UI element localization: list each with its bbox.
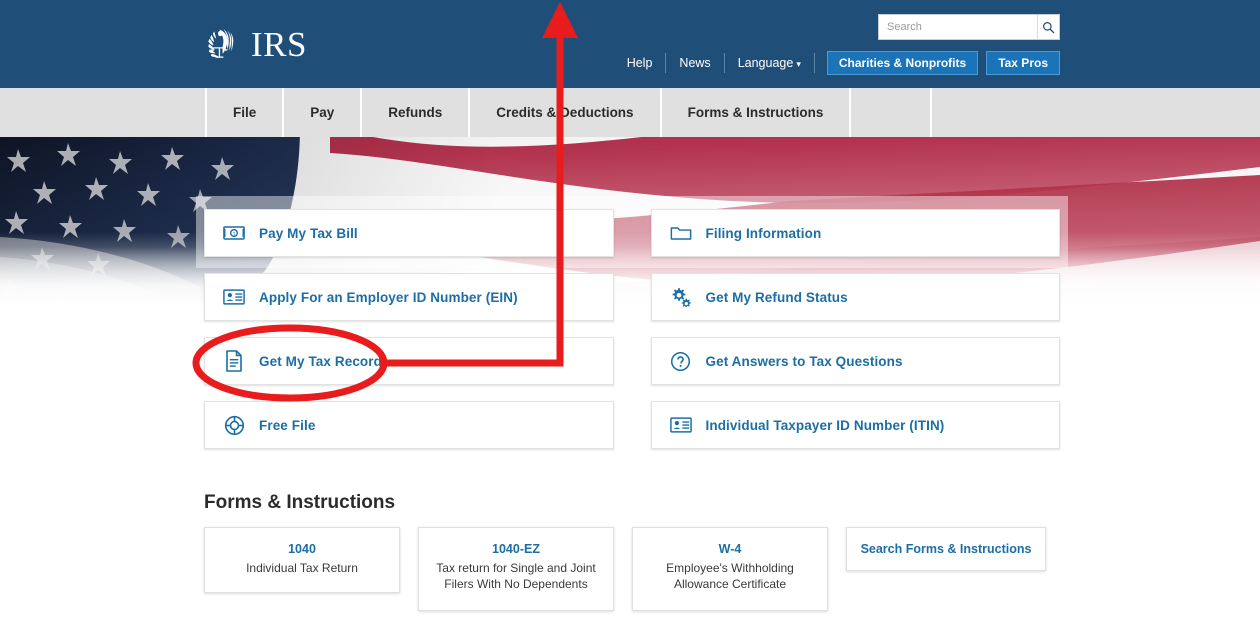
chevron-down-icon: ▾ — [796, 58, 801, 69]
utility-link-language[interactable]: Language ▾ — [725, 52, 814, 75]
card-label: Apply For an Employer ID Number (EIN) — [259, 289, 518, 305]
card-label: Filing Information — [705, 225, 822, 241]
search-input[interactable] — [879, 15, 1037, 39]
forms-cards-row: 1040 Individual Tax Return 1040-EZ Tax r… — [204, 527, 1064, 611]
search-icon — [1043, 21, 1055, 33]
card-label: Get My Tax Record — [259, 353, 382, 369]
card-pay-my-tax-bill[interactable]: 1 Pay My Tax Bill — [204, 209, 614, 257]
card-apply-for-ein[interactable]: Apply For an Employer ID Number (EIN) — [204, 273, 614, 321]
form-card-1040[interactable]: 1040 Individual Tax Return — [204, 527, 400, 593]
main-navigation: File Pay Refunds Credits & Deductions Fo… — [0, 88, 1260, 137]
nav-item-file[interactable]: File — [205, 88, 285, 137]
form-description: Individual Tax Return — [246, 561, 358, 575]
nav-item-credits-deductions[interactable]: Credits & Deductions — [468, 88, 662, 137]
quick-links-right-column: Filing Information Get My Refund Status — [650, 209, 1060, 449]
nav-item-forms-instructions[interactable]: Forms & Instructions — [659, 88, 852, 137]
card-label: Free File — [259, 417, 316, 433]
card-get-answers-to-tax-questions[interactable]: Get Answers to Tax Questions — [650, 337, 1060, 385]
nav-item-refunds[interactable]: Refunds — [360, 88, 471, 137]
utility-link-news[interactable]: News — [666, 52, 723, 74]
nav-end-divider — [930, 88, 932, 137]
nav-item-pay[interactable]: Pay — [282, 88, 363, 137]
life-ring-icon — [223, 414, 245, 436]
quick-links-grid: 1 Pay My Tax Bill Apply For an Employer … — [204, 209, 1060, 449]
form-description: Employee's Withholding Allowance Certifi… — [666, 561, 794, 591]
charities-nonprofits-button[interactable]: Charities & Nonprofits — [826, 51, 979, 75]
money-bill-icon: 1 — [223, 222, 245, 244]
id-card-icon — [223, 286, 245, 308]
card-get-my-refund-status[interactable]: Get My Refund Status — [650, 273, 1060, 321]
card-free-file[interactable]: Free File — [204, 401, 614, 449]
form-number: 1040-EZ — [492, 542, 540, 556]
card-get-my-tax-record[interactable]: Get My Tax Record — [204, 337, 614, 385]
svg-text:1: 1 — [232, 232, 235, 238]
form-description: Tax return for Single and Joint Filers W… — [436, 561, 596, 591]
irs-homepage: IRS Help News Language▾ Charities & Nonp… — [0, 0, 1260, 629]
card-filing-information[interactable]: Filing Information — [650, 209, 1060, 257]
id-card-icon — [669, 414, 692, 436]
tax-pros-button[interactable]: Tax Pros — [986, 51, 1060, 75]
irs-logo[interactable]: IRS — [205, 22, 307, 66]
search-box[interactable] — [878, 14, 1060, 40]
utility-nav: Help News Language ▾ Charities & Nonprofi… — [614, 51, 1060, 75]
language-label: Language — [737, 55, 794, 70]
card-label: Get Answers to Tax Questions — [705, 353, 903, 369]
form-number: W-4 — [718, 542, 742, 556]
card-label: Individual Taxpayer ID Number (ITIN) — [705, 417, 945, 433]
form-card-1040ez[interactable]: 1040-EZ Tax return for Single and Joint … — [418, 527, 614, 611]
search-forms-instructions-card[interactable]: Search Forms & Instructions — [846, 527, 1046, 571]
search-submit-button[interactable] — [1037, 15, 1059, 39]
card-label: Get My Refund Status — [705, 289, 848, 305]
question-circle-icon — [670, 350, 692, 372]
form-number: 1040 — [288, 542, 316, 556]
forms-section-heading: Forms & Instructions — [204, 492, 396, 513]
irs-logo-text: IRS — [251, 24, 307, 64]
document-icon — [223, 350, 245, 372]
card-individual-taxpayer-id-number[interactable]: Individual Taxpayer ID Number (ITIN) — [650, 401, 1060, 449]
search-forms-link: Search Forms & Instructions — [860, 542, 1032, 556]
site-header: IRS Help News Language▾ Charities & Nonp… — [0, 0, 1260, 88]
quick-links-left-column: 1 Pay My Tax Bill Apply For an Employer … — [204, 209, 614, 449]
card-label: Pay My Tax Bill — [259, 225, 358, 241]
gears-icon — [670, 286, 692, 308]
irs-eagle-scales-seal-icon — [208, 28, 234, 58]
utility-divider — [813, 53, 815, 73]
folder-icon — [670, 222, 692, 244]
utility-link-help[interactable]: Help — [614, 52, 666, 74]
form-card-w4[interactable]: W-4 Employee's Withholding Allowance Cer… — [632, 527, 828, 611]
